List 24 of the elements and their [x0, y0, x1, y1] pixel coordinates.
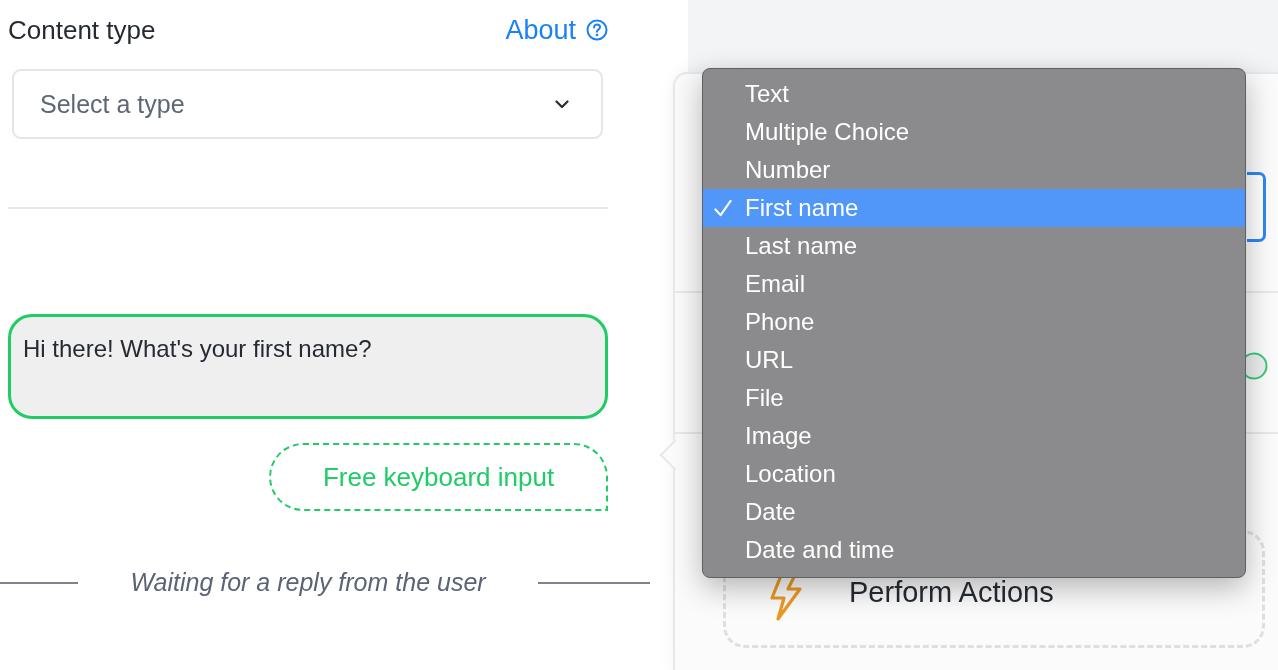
action-label: Perform Actions — [849, 576, 1054, 609]
menu-item[interactable]: URL — [703, 341, 1245, 379]
type-select[interactable]: Select a type — [12, 69, 603, 139]
section-title: Content type — [8, 14, 156, 46]
menu-item[interactable]: Text — [703, 75, 1245, 113]
menu-item[interactable]: Location — [703, 455, 1245, 493]
bot-message-bubble[interactable]: Hi there! What's your first name? — [8, 314, 608, 419]
waiting-note: Waiting for a reply from the user — [129, 568, 488, 597]
menu-item[interactable]: Image — [703, 417, 1245, 455]
menu-item[interactable]: Multiple Choice — [703, 113, 1245, 151]
menu-item[interactable]: Email — [703, 265, 1245, 303]
menu-item[interactable]: Number — [703, 151, 1245, 189]
menu-item[interactable]: First name — [703, 189, 1245, 227]
chevron-down-icon — [555, 99, 569, 109]
menu-item[interactable]: Date — [703, 493, 1245, 531]
check-icon — [713, 199, 733, 218]
input-field[interactable] — [1247, 172, 1266, 242]
menu-item[interactable]: File — [703, 379, 1245, 417]
menu-item[interactable]: Phone — [703, 303, 1245, 341]
about-link[interactable]: About — [505, 14, 608, 46]
ring-icon[interactable] — [1246, 352, 1268, 380]
menu-item[interactable]: Last name — [703, 227, 1245, 265]
reply-option-bubble[interactable]: Free keyboard input — [269, 443, 608, 511]
help-icon — [586, 19, 608, 41]
